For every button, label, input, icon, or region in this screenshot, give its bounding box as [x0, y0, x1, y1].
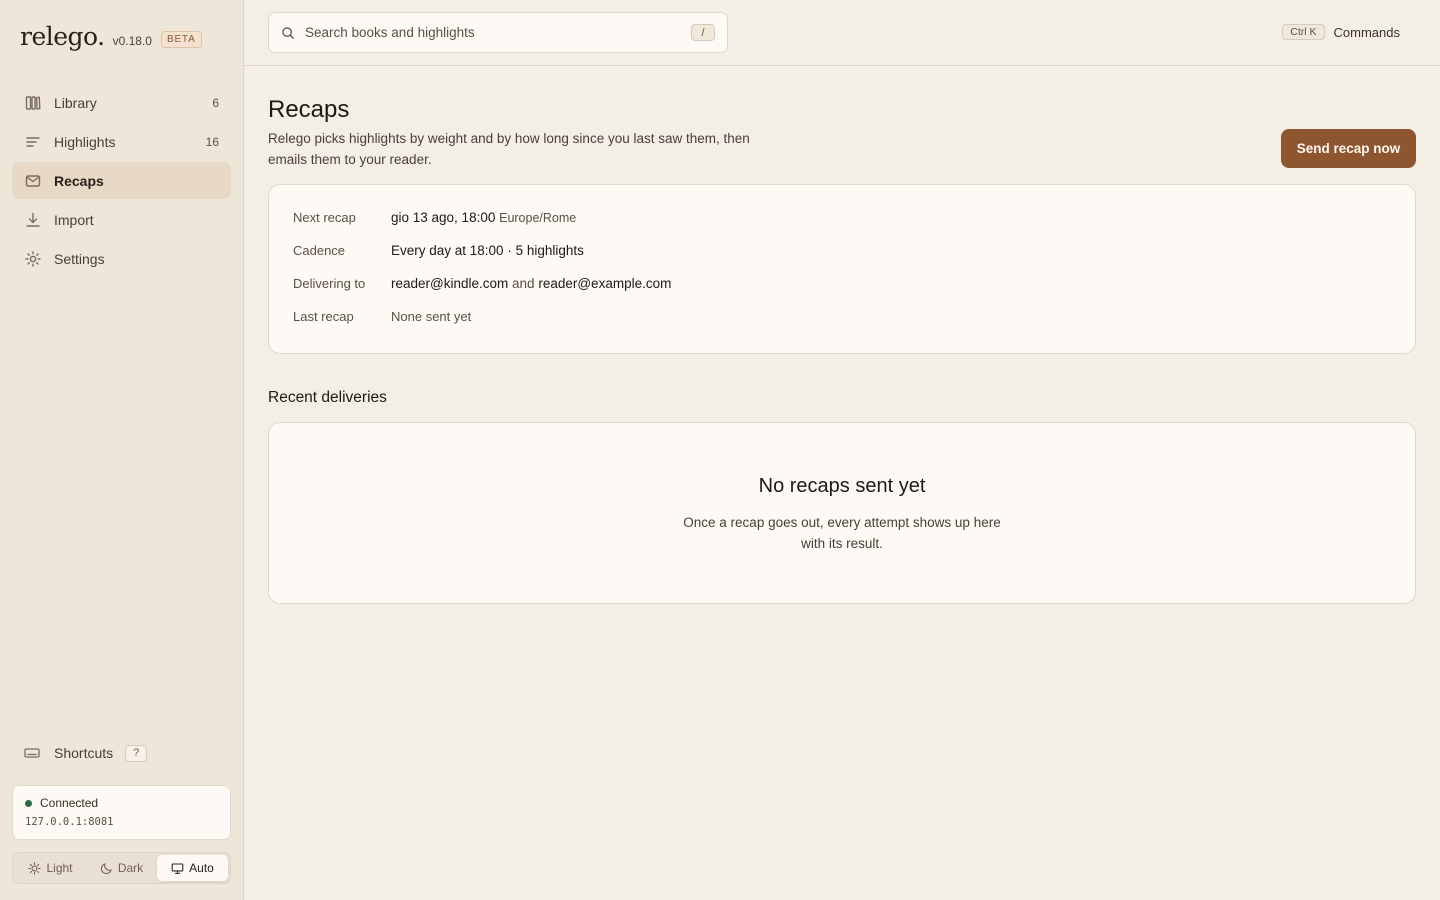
download-icon: [24, 211, 42, 229]
beta-badge: BETA: [160, 31, 202, 48]
recap-info-card: Next recap gio 13 ago, 18:00 Europe/Rome…: [268, 184, 1416, 354]
info-value: reader@kindle.com and reader@example.com: [391, 276, 671, 291]
top-bar: / Ctrl K Commands: [244, 0, 1440, 66]
search-shortcut-key: /: [691, 24, 715, 41]
status-dot-icon: [25, 799, 32, 807]
cadence-value: Every day at 18:00 · 5 highlights: [391, 243, 584, 258]
delivery-email: reader@example.com: [538, 276, 672, 291]
next-recap-time: gio 13 ago, 18:00: [391, 210, 496, 225]
sidebar-item-recaps[interactable]: Recaps: [12, 162, 231, 199]
info-value: gio 13 ago, 18:00 Europe/Rome: [391, 210, 576, 225]
sidebar-item-label: Recaps: [54, 172, 104, 189]
commands-button[interactable]: Ctrl K Commands: [1282, 24, 1400, 40]
theme-option-label: Dark: [117, 861, 144, 875]
delivery-email: reader@kindle.com: [391, 276, 509, 291]
info-row-last-recap: Last recap None sent yet: [293, 309, 1391, 342]
app-version: v0.18.0: [112, 34, 152, 48]
empty-state-title: No recaps sent yet: [758, 475, 926, 497]
library-icon: [24, 94, 42, 112]
delivery-joiner: and: [512, 276, 535, 291]
search-icon: [281, 26, 295, 40]
shortcuts-key: ?: [125, 744, 148, 762]
brand-logo[interactable]: relego.: [20, 22, 105, 51]
info-label: Last recap: [293, 309, 354, 324]
info-row-delivering-to: Delivering to reader@kindle.com and read…: [293, 276, 1391, 309]
theme-option-label: Auto: [189, 861, 214, 875]
moon-icon: [100, 862, 113, 875]
info-row-cadence: Cadence Every day at 18:00 · 5 highlight…: [293, 243, 1391, 276]
sidebar-item-import[interactable]: Import: [12, 201, 231, 238]
next-recap-timezone: Europe/Rome: [499, 211, 577, 225]
brand: relego. v0.18.0 BETA: [20, 22, 202, 51]
theme-option-dark[interactable]: Dark: [86, 855, 157, 881]
search-input[interactable]: [305, 25, 691, 40]
info-label: Next recap: [293, 210, 356, 225]
sidebar-item-library[interactable]: Library 6: [12, 84, 231, 121]
empty-state-description: Once a recap goes out, every attempt sho…: [683, 515, 1001, 551]
theme-option-label: Light: [46, 861, 73, 875]
section-title-recent-deliveries: Recent deliveries: [268, 389, 387, 406]
info-row-next-recap: Next recap gio 13 ago, 18:00 Europe/Rome: [293, 210, 1391, 243]
theme-switcher: Light Dark Auto: [12, 852, 231, 884]
search-box[interactable]: /: [268, 12, 728, 53]
highlights-icon: [24, 133, 42, 151]
sun-icon: [28, 861, 42, 875]
info-label: Delivering to: [293, 276, 366, 291]
sidebar-item-label: Settings: [54, 250, 105, 267]
page-title: Recaps: [268, 96, 350, 123]
sidebar-item-label: Import: [54, 211, 94, 228]
keyboard-icon: [24, 744, 42, 762]
sidebar-item-label: Highlights: [54, 133, 116, 150]
monitor-icon: [171, 862, 184, 875]
gear-icon: [24, 250, 42, 268]
page-description: Relego picks highlights by weight and by…: [268, 131, 750, 167]
send-recap-button[interactable]: Send recap now: [1281, 129, 1416, 168]
mail-icon: [24, 172, 42, 190]
theme-option-auto[interactable]: Auto: [157, 855, 228, 881]
sidebar-nav: Library 6 Highlights 16 Recaps Import Se…: [12, 84, 231, 279]
connection-status-card: Connected 127.0.0.1:8081: [12, 785, 231, 840]
sidebar-item-count: 16: [205, 134, 219, 149]
shortcuts-label: Shortcuts: [54, 745, 114, 761]
last-recap-value: None sent yet: [391, 309, 472, 324]
sidebar-item-label: Library: [54, 94, 97, 111]
sidebar-item-settings[interactable]: Settings: [12, 240, 231, 277]
theme-option-light[interactable]: Light: [15, 855, 86, 881]
info-label: Cadence: [293, 243, 346, 258]
sidebar-item-count: 6: [212, 95, 219, 110]
commands-label: Commands: [1333, 24, 1400, 40]
commands-shortcut-key: Ctrl K: [1282, 24, 1325, 40]
sidebar: relego. v0.18.0 BETA Library 6 Highlight…: [0, 0, 244, 900]
server-address: 127.0.0.1:8081: [25, 816, 114, 828]
connection-status: Connected: [40, 796, 99, 810]
sidebar-item-highlights[interactable]: Highlights 16: [12, 123, 231, 160]
shortcuts-button[interactable]: Shortcuts ?: [24, 744, 148, 762]
deliveries-empty-state: No recaps sent yet Once a recap goes out…: [268, 422, 1416, 604]
